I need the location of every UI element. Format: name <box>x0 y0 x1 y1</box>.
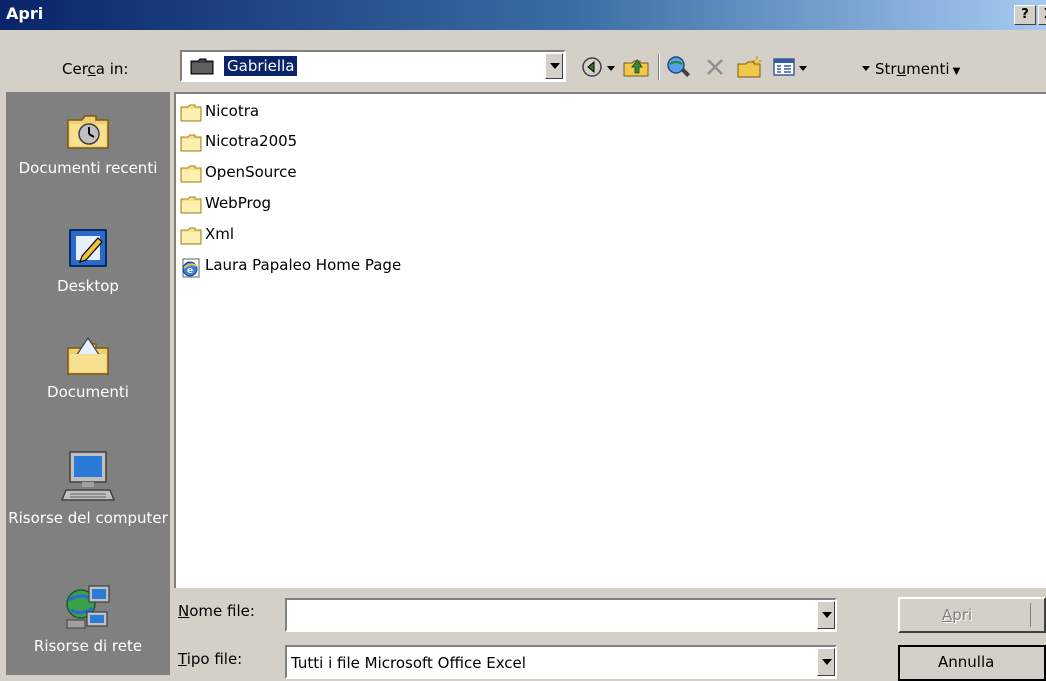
chevron-down-icon <box>550 63 560 69</box>
place-network[interactable]: Risorse di rete <box>6 582 170 656</box>
open-button[interactable]: Apri <box>898 597 1046 633</box>
help-icon: ? <box>1021 7 1029 22</box>
lookin-dropdown-button[interactable] <box>545 53 563 79</box>
my-documents-icon <box>67 336 109 375</box>
my-computer-icon <box>60 451 116 501</box>
folder-icon <box>180 196 202 214</box>
place-label: Risorse di rete <box>33 637 143 655</box>
file-list[interactable]: Nicotra Nicotra2005 OpenSource WebProg X… <box>174 92 1046 588</box>
svg-text:e: e <box>187 266 193 276</box>
views-icon[interactable] <box>772 55 796 79</box>
toolbar-separator <box>658 54 660 80</box>
tools-dropdown-icon[interactable] <box>862 66 870 71</box>
place-label: Risorse del computer <box>8 509 168 527</box>
filetype-value: Tutti i file Microsoft Office Excel <box>291 654 526 672</box>
chevron-down-icon <box>822 612 832 618</box>
file-name: WebProg <box>205 194 272 212</box>
search-web-icon[interactable] <box>666 55 692 79</box>
filename-combobox[interactable] <box>285 598 837 632</box>
back-dropdown-icon[interactable] <box>607 66 615 71</box>
folder-icon <box>180 227 202 245</box>
open-split-divider <box>1030 603 1031 627</box>
close-button[interactable]: X <box>1038 5 1046 25</box>
help-button[interactable]: ? <box>1014 5 1036 25</box>
folder-icon <box>180 165 202 183</box>
web-page-icon: e <box>182 258 200 278</box>
file-name: Xml <box>205 225 235 243</box>
filetype-label: Tipo file: <box>178 650 243 668</box>
place-label: Desktop <box>57 277 119 295</box>
file-name: Nicotra <box>205 102 260 120</box>
file-name: OpenSource <box>205 163 297 181</box>
place-label: Documenti <box>47 383 129 401</box>
chevron-down-icon <box>822 659 832 665</box>
place-recent-documents[interactable]: Documenti recenti <box>6 106 170 178</box>
place-desktop[interactable]: Desktop <box>6 224 170 296</box>
recent-documents-icon <box>67 115 109 149</box>
window-title: Apri <box>6 4 44 23</box>
lookin-combobox[interactable]: Gabriella <box>180 50 566 82</box>
place-my-computer[interactable]: Risorse del computer <box>6 448 170 528</box>
file-name: Nicotra2005 <box>205 132 298 150</box>
filetype-dropdown-button[interactable] <box>817 648 835 676</box>
lookin-label: Cerca in: <box>62 60 129 78</box>
network-places-icon <box>66 585 110 629</box>
filename-label: Nome file: <box>178 602 255 620</box>
place-label: Documenti recenti <box>18 159 158 177</box>
desktop-icon <box>69 229 107 267</box>
folder-icon <box>180 134 202 152</box>
filetype-combobox[interactable]: Tutti i file Microsoft Office Excel <box>285 645 837 679</box>
place-my-documents[interactable]: Documenti <box>6 330 170 402</box>
back-icon[interactable] <box>580 55 604 79</box>
lookin-value: Gabriella <box>222 55 299 77</box>
filename-dropdown-button[interactable] <box>817 601 835 629</box>
delete-icon[interactable] <box>704 55 726 79</box>
up-folder-icon[interactable] <box>622 55 650 79</box>
tools-menu-button[interactable]: Strumenti ▼ <box>875 60 960 78</box>
file-name: Laura Papaleo Home Page <box>205 256 402 274</box>
places-bar: Documenti recenti Desktop Documenti Riso… <box>6 92 170 675</box>
new-folder-icon[interactable] <box>736 55 764 79</box>
cancel-button[interactable]: Annulla <box>898 645 1046 681</box>
title-bar[interactable]: Apri ? X <box>0 0 1046 30</box>
folder-icon <box>180 104 202 122</box>
closed-folder-icon <box>190 58 214 75</box>
views-dropdown-icon[interactable] <box>799 66 807 71</box>
